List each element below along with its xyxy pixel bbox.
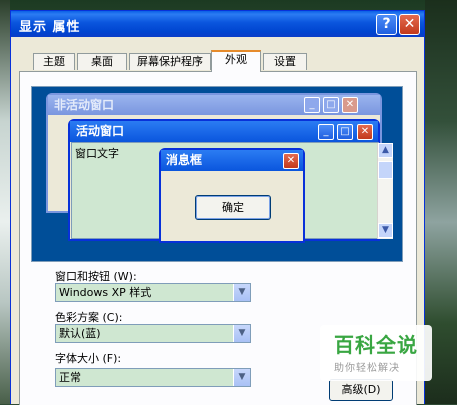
dropdown-icon[interactable]: ▼ [233, 369, 250, 386]
close-icon: ✕ [342, 97, 358, 113]
windows-buttons-select[interactable]: Windows XP 样式 ▼ [55, 283, 251, 302]
tab-themes[interactable]: 主题 [33, 53, 75, 70]
font-size-label: 字体大小 (F): [55, 352, 122, 365]
help-button[interactable]: ? [376, 14, 397, 35]
message-box-title: 消息框 [161, 150, 303, 171]
dropdown-icon[interactable]: ▼ [233, 284, 250, 301]
advanced-button[interactable]: 高级(D) [329, 379, 393, 401]
scroll-up-icon: ▲ [378, 143, 393, 158]
color-scheme-label: 色彩方案 (C): [55, 311, 123, 324]
minimize-icon: _ [304, 97, 320, 113]
window-text-label: 窗口文字 [75, 147, 119, 160]
windows-buttons-value: Windows XP 样式 [59, 286, 152, 299]
scroll-down-icon: ▼ [378, 223, 393, 238]
preview-message-box: 消息框 ✕ 确定 [159, 148, 305, 243]
window-titlebar[interactable]: 显示 属性 ? ✕ [11, 11, 424, 37]
color-scheme-select[interactable]: 默认(蓝) ▼ [55, 324, 251, 343]
watermark-brand: 百科全说 [334, 333, 418, 357]
font-size-value: 正常 [59, 371, 81, 384]
dropdown-icon[interactable]: ▼ [233, 325, 250, 342]
window-title: 显示 属性 [19, 20, 81, 35]
watermark-subtitle: 助你轻松解决 [334, 363, 400, 374]
watermark-logo: 百科全说 助你轻松解决 [320, 325, 432, 381]
tab-settings[interactable]: 设置 [263, 53, 307, 70]
preview-scrollbar: ▲ ▼ [377, 143, 393, 239]
minimize-icon: _ [318, 124, 334, 140]
close-icon: ✕ [357, 124, 373, 140]
close-icon: ✕ [283, 153, 299, 169]
ok-button: 确定 [195, 195, 271, 220]
desktop-waterfall-left [0, 0, 10, 404]
maximize-icon: □ [337, 124, 353, 140]
tab-screensaver[interactable]: 屏幕保护程序 [129, 53, 211, 70]
tab-desktop[interactable]: 桌面 [77, 53, 127, 70]
close-button[interactable]: ✕ [399, 14, 420, 35]
scroll-thumb [378, 161, 393, 179]
tab-appearance[interactable]: 外观 [211, 50, 261, 72]
font-size-select[interactable]: 正常 ▼ [55, 368, 251, 387]
windows-buttons-label: 窗口和按钮 (W): [55, 270, 137, 283]
maximize-icon: □ [323, 97, 339, 113]
color-scheme-value: 默认(蓝) [59, 327, 101, 340]
